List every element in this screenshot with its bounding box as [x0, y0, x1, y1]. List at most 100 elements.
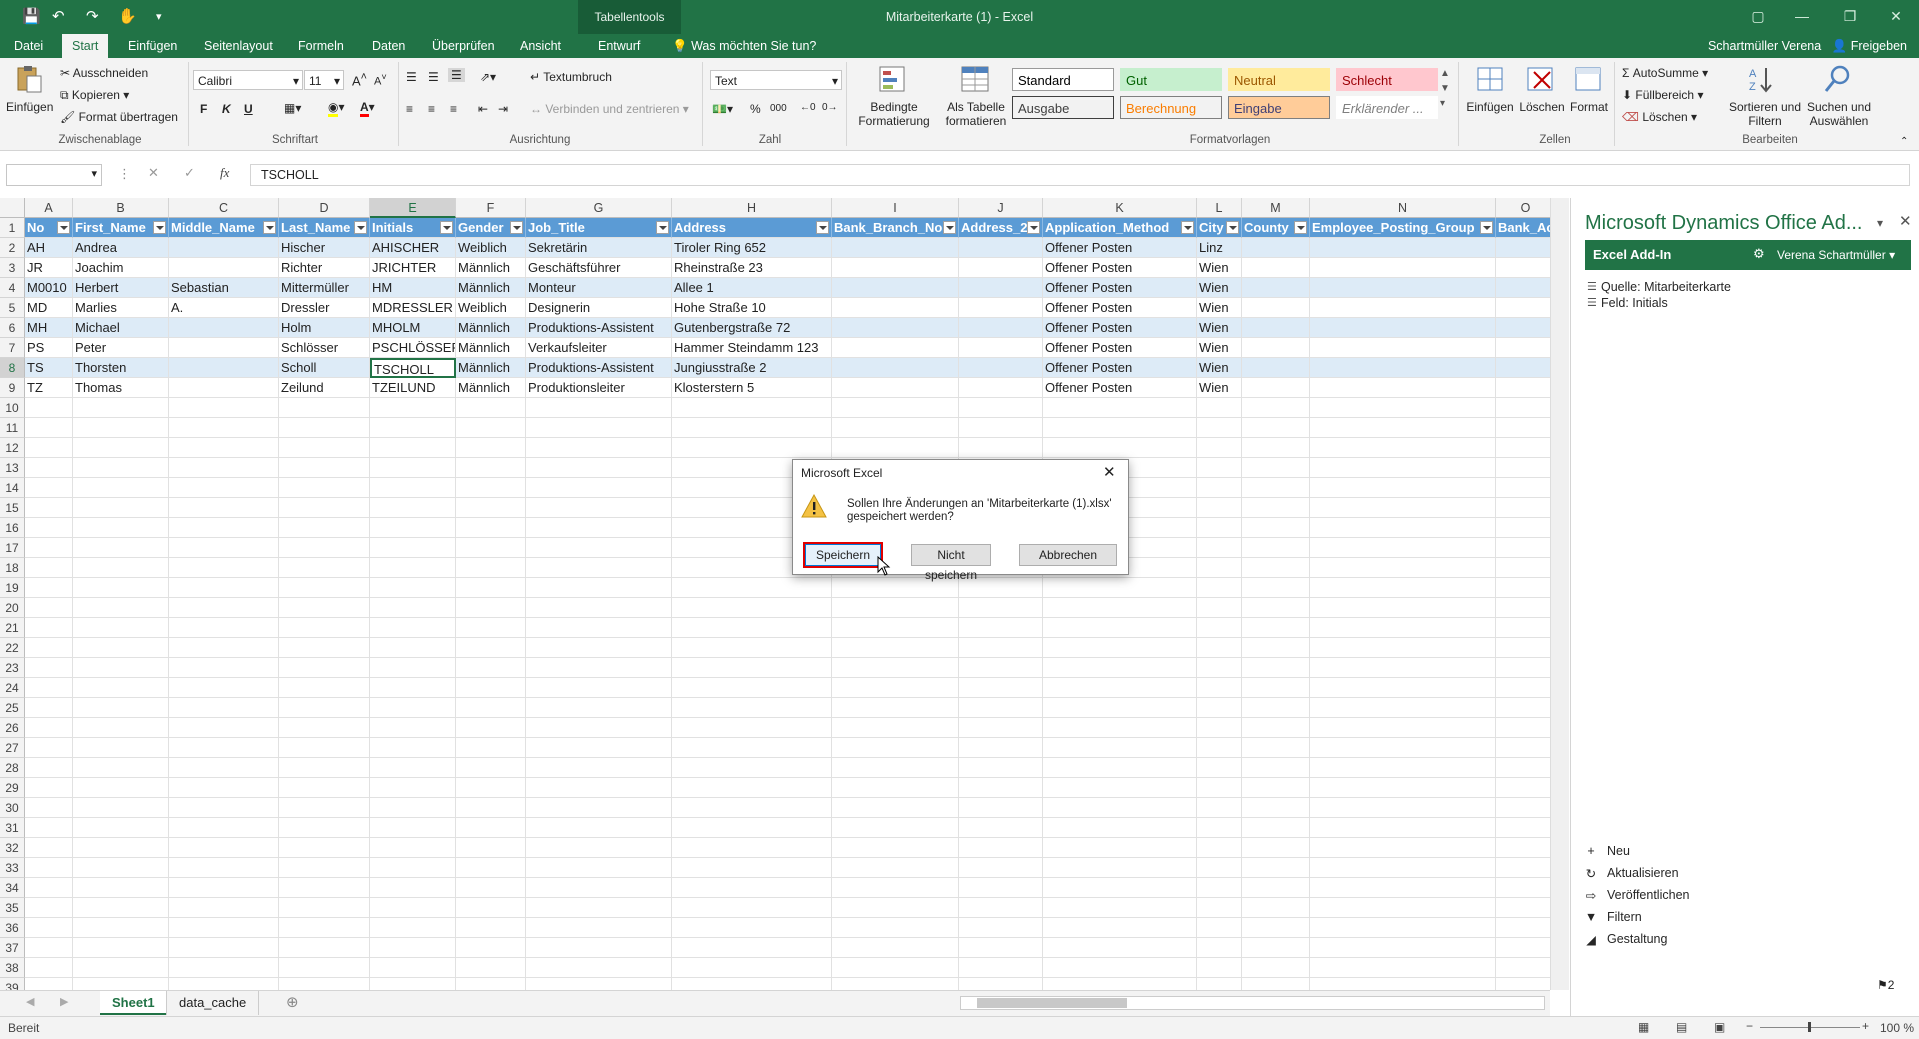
- empty-cell[interactable]: [1496, 458, 1550, 478]
- copy-button[interactable]: ⧉ Kopieren ▾: [60, 88, 129, 103]
- empty-cell[interactable]: [832, 958, 959, 978]
- dont-save-button[interactable]: Nicht speichern: [911, 544, 991, 582]
- cell-style-5[interactable]: Ausgabe: [1012, 96, 1114, 119]
- row-header[interactable]: 18: [0, 558, 25, 578]
- empty-cell[interactable]: [1496, 478, 1550, 498]
- empty-cell[interactable]: [832, 398, 959, 418]
- empty-cell[interactable]: [1043, 658, 1197, 678]
- column-header-f[interactable]: F: [456, 198, 526, 218]
- empty-cell[interactable]: [1197, 538, 1242, 558]
- empty-cell[interactable]: [370, 418, 456, 438]
- empty-cell[interactable]: [1043, 778, 1197, 798]
- empty-cell[interactable]: [279, 538, 370, 558]
- empty-cell[interactable]: [526, 738, 672, 758]
- table-cell[interactable]: Gutenbergstraße 72: [672, 318, 832, 338]
- empty-cell[interactable]: [1496, 558, 1550, 578]
- empty-cell[interactable]: [959, 858, 1043, 878]
- table-cell[interactable]: PS: [25, 338, 73, 358]
- table-cell[interactable]: [1310, 258, 1496, 278]
- row-header[interactable]: 19: [0, 578, 25, 598]
- cell-style-6[interactable]: Berechnung: [1120, 96, 1222, 119]
- empty-cell[interactable]: [526, 478, 672, 498]
- filter-dropdown-icon[interactable]: [57, 221, 70, 234]
- empty-cell[interactable]: [1242, 738, 1310, 758]
- row-header[interactable]: 28: [0, 758, 25, 778]
- empty-cell[interactable]: [370, 458, 456, 478]
- empty-cell[interactable]: [1242, 798, 1310, 818]
- row-header[interactable]: 8: [0, 358, 25, 378]
- percent-button[interactable]: %: [750, 102, 761, 116]
- empty-cell[interactable]: [1242, 958, 1310, 978]
- table-cell[interactable]: [1242, 318, 1310, 338]
- thousands-button[interactable]: 000: [770, 103, 787, 114]
- table-cell[interactable]: [959, 258, 1043, 278]
- empty-cell[interactable]: [456, 618, 526, 638]
- row-header[interactable]: 39: [0, 978, 25, 990]
- empty-cell[interactable]: [959, 598, 1043, 618]
- empty-cell[interactable]: [456, 858, 526, 878]
- row-header[interactable]: 23: [0, 658, 25, 678]
- empty-cell[interactable]: [279, 798, 370, 818]
- empty-cell[interactable]: [1197, 938, 1242, 958]
- table-header-cell[interactable]: No: [25, 218, 73, 238]
- empty-cell[interactable]: [169, 738, 279, 758]
- empty-cell[interactable]: [1310, 578, 1496, 598]
- empty-cell[interactable]: [73, 618, 169, 638]
- row-header[interactable]: 11: [0, 418, 25, 438]
- empty-cell[interactable]: [1242, 398, 1310, 418]
- table-cell[interactable]: [1242, 378, 1310, 398]
- empty-cell[interactable]: [456, 738, 526, 758]
- empty-cell[interactable]: [370, 758, 456, 778]
- empty-cell[interactable]: [169, 898, 279, 918]
- empty-cell[interactable]: [279, 938, 370, 958]
- table-cell[interactable]: Mittermüller: [279, 278, 370, 298]
- zoom-slider[interactable]: [1760, 1022, 1860, 1032]
- dialog-close-icon[interactable]: ✕: [1103, 463, 1116, 481]
- table-cell[interactable]: [1310, 298, 1496, 318]
- table-cell[interactable]: Wien: [1197, 358, 1242, 378]
- empty-cell[interactable]: [370, 878, 456, 898]
- empty-cell[interactable]: [370, 638, 456, 658]
- empty-cell[interactable]: [1197, 698, 1242, 718]
- empty-cell[interactable]: [73, 738, 169, 758]
- empty-cell[interactable]: [456, 438, 526, 458]
- table-header-cell[interactable]: Initials: [370, 218, 456, 238]
- table-cell[interactable]: Scholl: [279, 358, 370, 378]
- empty-cell[interactable]: [73, 918, 169, 938]
- empty-cell[interactable]: [25, 558, 73, 578]
- row-header[interactable]: 33: [0, 858, 25, 878]
- cut-button[interactable]: ✂ Ausschneiden: [60, 66, 148, 80]
- table-cell[interactable]: [1310, 358, 1496, 378]
- empty-cell[interactable]: [1043, 578, 1197, 598]
- empty-cell[interactable]: [1043, 858, 1197, 878]
- table-cell[interactable]: [1496, 238, 1550, 258]
- zoom-thumb[interactable]: [1808, 1022, 1811, 1032]
- empty-cell[interactable]: [73, 438, 169, 458]
- scroll-thumb[interactable]: [977, 998, 1127, 1008]
- empty-cell[interactable]: [279, 658, 370, 678]
- action-refresh[interactable]: ↻ Aktualisieren: [1586, 866, 1679, 881]
- align-top-icon[interactable]: ☰: [406, 70, 417, 84]
- normal-view-icon[interactable]: ▦: [1638, 1020, 1649, 1034]
- column-header-k[interactable]: K: [1043, 198, 1197, 218]
- filter-dropdown-icon[interactable]: [656, 221, 669, 234]
- empty-cell[interactable]: [279, 958, 370, 978]
- table-cell[interactable]: Andrea: [73, 238, 169, 258]
- empty-cell[interactable]: [526, 938, 672, 958]
- empty-cell[interactable]: [73, 798, 169, 818]
- empty-cell[interactable]: [25, 618, 73, 638]
- empty-cell[interactable]: [1310, 738, 1496, 758]
- row-header[interactable]: 30: [0, 798, 25, 818]
- empty-cell[interactable]: [279, 978, 370, 990]
- empty-cell[interactable]: [1197, 758, 1242, 778]
- table-cell[interactable]: [1496, 338, 1550, 358]
- decrease-decimal-icon[interactable]: 0→: [822, 102, 838, 113]
- empty-cell[interactable]: [526, 598, 672, 618]
- table-cell[interactable]: TZ: [25, 378, 73, 398]
- formula-input[interactable]: TSCHOLL: [250, 164, 1910, 186]
- filter-dropdown-icon[interactable]: [510, 221, 523, 234]
- close-icon[interactable]: ✕: [1876, 4, 1916, 28]
- table-cell[interactable]: Offener Posten: [1043, 238, 1197, 258]
- empty-cell[interactable]: [526, 978, 672, 990]
- empty-cell[interactable]: [456, 938, 526, 958]
